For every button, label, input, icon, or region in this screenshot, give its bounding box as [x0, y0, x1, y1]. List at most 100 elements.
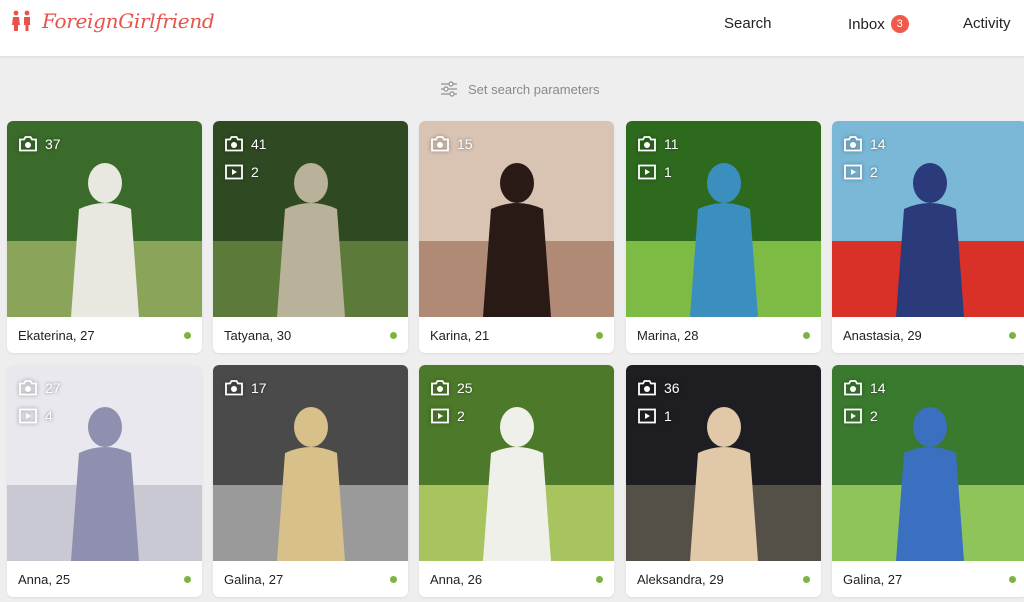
- profile-name-age[interactable]: Anna, 26: [419, 561, 614, 597]
- profile-card[interactable]: 25 2 Anna, 26: [419, 365, 614, 597]
- profile-photo[interactable]: 15: [419, 121, 614, 317]
- profile-name-age[interactable]: Marina, 28: [626, 317, 821, 353]
- online-status-dot: [803, 576, 810, 583]
- media-counts: 36 1: [638, 379, 680, 435]
- camera-icon: [638, 136, 656, 152]
- profile-card[interactable]: 36 1 Aleksandra, 29: [626, 365, 821, 597]
- video-count: 2: [844, 407, 886, 425]
- profile-photo[interactable]: 27 4: [7, 365, 202, 561]
- video-count: 1: [638, 163, 679, 181]
- online-status-dot: [1009, 576, 1016, 583]
- video-count-value: 4: [45, 408, 53, 424]
- profile-card[interactable]: 17 Galina, 27: [213, 365, 408, 597]
- video-icon: [225, 164, 243, 180]
- camera-icon: [19, 136, 37, 152]
- profile-photo[interactable]: 41 2: [213, 121, 408, 317]
- video-count-value: 2: [251, 164, 259, 180]
- profile-name-age[interactable]: Aleksandra, 29: [626, 561, 821, 597]
- top-bar: ForeignGirlfriend Search Inbox 3 Activit…: [0, 0, 1024, 56]
- camera-icon: [225, 136, 243, 152]
- profile-name-age[interactable]: Galina, 27: [213, 561, 408, 597]
- profile-name-age[interactable]: Anna, 25: [7, 561, 202, 597]
- profile-name-age[interactable]: Anastasia, 29: [832, 317, 1024, 353]
- profile-card[interactable]: 15 Karina, 21: [419, 121, 614, 353]
- video-count-value: 2: [870, 408, 878, 424]
- media-counts: 41 2: [225, 135, 267, 191]
- video-count: 2: [431, 407, 473, 425]
- profile-card[interactable]: 11 1 Marina, 28: [626, 121, 821, 353]
- profile-photo[interactable]: 14 2: [832, 121, 1024, 317]
- video-count: 2: [844, 163, 886, 181]
- profile-card[interactable]: 14 2 Anastasia, 29: [832, 121, 1024, 353]
- video-count-value: 1: [664, 164, 672, 180]
- profile-photo[interactable]: 17: [213, 365, 408, 561]
- profile-photo[interactable]: 36 1: [626, 365, 821, 561]
- media-counts: 11 1: [638, 135, 679, 191]
- profile-name-age[interactable]: Ekaterina, 27: [7, 317, 202, 353]
- video-icon: [844, 408, 862, 424]
- camera-icon: [844, 136, 862, 152]
- video-count-value: 1: [664, 408, 672, 424]
- photo-count: 41: [225, 135, 267, 153]
- video-count: 1: [638, 407, 680, 425]
- media-counts: 37: [19, 135, 61, 163]
- profile-card[interactable]: 14 2 Galina, 27: [832, 365, 1024, 597]
- video-count: 4: [19, 407, 61, 425]
- media-counts: 15: [431, 135, 473, 163]
- profile-photo[interactable]: 14 2: [832, 365, 1024, 561]
- video-icon: [19, 408, 37, 424]
- photo-count: 17: [225, 379, 267, 397]
- photo-count: 25: [431, 379, 473, 397]
- profile-card[interactable]: 27 4 Anna, 25: [7, 365, 202, 597]
- media-counts: 14 2: [844, 379, 886, 435]
- site-logo[interactable]: ForeignGirlfriend: [10, 9, 215, 33]
- profile-name-age[interactable]: Tatyana, 30: [213, 317, 408, 353]
- online-status-dot: [803, 332, 810, 339]
- photo-count-value: 25: [457, 380, 473, 396]
- online-status-dot: [1009, 332, 1016, 339]
- camera-icon: [844, 380, 862, 396]
- nav-search[interactable]: Search: [724, 15, 772, 32]
- online-status-dot: [390, 332, 397, 339]
- online-status-dot: [390, 576, 397, 583]
- profile-photo[interactable]: 25 2: [419, 365, 614, 561]
- video-count-value: 2: [870, 164, 878, 180]
- video-icon: [638, 164, 656, 180]
- logo-text: ForeignGirlfriend: [42, 9, 215, 33]
- photo-count: 14: [844, 135, 886, 153]
- profile-card[interactable]: 41 2 Tatyana, 30: [213, 121, 408, 353]
- photo-count: 36: [638, 379, 680, 397]
- video-icon: [844, 164, 862, 180]
- photo-count-value: 14: [870, 380, 886, 396]
- media-counts: 17: [225, 379, 267, 407]
- sliders-icon: [441, 81, 457, 97]
- photo-count: 11: [638, 135, 679, 153]
- camera-icon: [638, 380, 656, 396]
- nav-activity[interactable]: Activity: [963, 15, 1011, 32]
- photo-count-value: 17: [251, 380, 267, 396]
- video-icon: [638, 408, 656, 424]
- photo-count-value: 15: [457, 136, 473, 152]
- profile-photo[interactable]: 11 1: [626, 121, 821, 317]
- photo-count-value: 37: [45, 136, 61, 152]
- nav-inbox[interactable]: Inbox 3: [848, 15, 909, 33]
- online-status-dot: [596, 332, 603, 339]
- online-status-dot: [596, 576, 603, 583]
- video-count: 2: [225, 163, 267, 181]
- set-search-parameters-label: Set search parameters: [468, 81, 600, 97]
- camera-icon: [431, 136, 449, 152]
- set-search-parameters-button[interactable]: Set search parameters: [440, 78, 600, 100]
- couple-icon: [12, 10, 30, 31]
- profile-name-age[interactable]: Karina, 21: [419, 317, 614, 353]
- media-counts: 14 2: [844, 135, 886, 191]
- nav-inbox-label: Inbox: [848, 15, 885, 33]
- photo-count: 37: [19, 135, 61, 153]
- video-icon: [431, 408, 449, 424]
- profile-photo[interactable]: 37: [7, 121, 202, 317]
- profile-card[interactable]: 37 Ekaterina, 27: [7, 121, 202, 353]
- video-count-value: 2: [457, 408, 465, 424]
- profile-name-age[interactable]: Galina, 27: [832, 561, 1024, 597]
- camera-icon: [225, 380, 243, 396]
- camera-icon: [19, 380, 37, 396]
- photo-count: 15: [431, 135, 473, 153]
